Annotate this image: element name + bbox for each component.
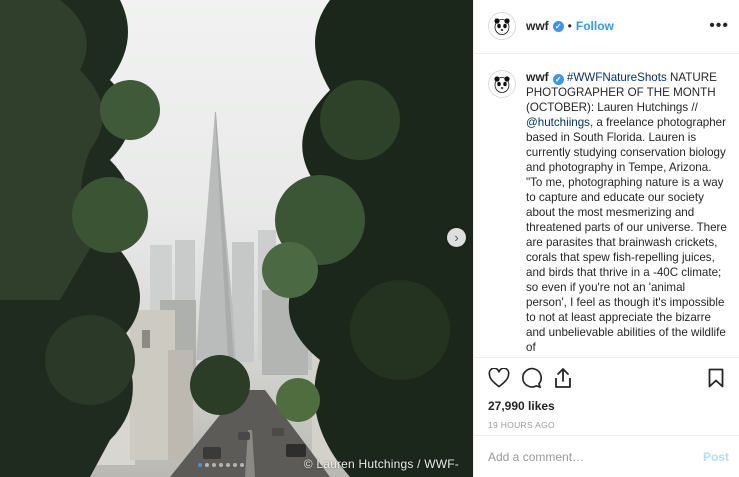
carousel-dot (233, 463, 237, 467)
carousel-dot (205, 463, 209, 467)
verified-badge-icon: ✓ (552, 73, 564, 85)
wwf-panda-logo-icon (494, 76, 510, 93)
share-button[interactable] (550, 365, 576, 391)
carousel-dot (226, 463, 230, 467)
share-icon (555, 367, 571, 388)
city-street-photo (0, 0, 473, 477)
post-timestamp[interactable]: 19 HOURS AGO (474, 415, 739, 435)
comment-button[interactable] (518, 365, 544, 391)
wwf-panda-logo-icon (494, 18, 510, 36)
carousel-dot (219, 463, 223, 467)
avatar[interactable] (488, 12, 516, 41)
verified-badge-icon: ✓ (552, 20, 564, 32)
separator-dot: • (567, 19, 572, 34)
photo-credit: © Lauren Hutchings / WWF- (303, 457, 459, 471)
chevron-right-icon: › (454, 230, 459, 245)
avatar[interactable] (488, 69, 516, 98)
heart-icon (488, 367, 510, 388)
carousel-indicator (198, 463, 244, 467)
carousel-dot (212, 463, 216, 467)
caption-text: wwf ✓ #WWFNatureShots NATURE PHOTOGRAPHER… (526, 70, 729, 358)
post-comment-button[interactable]: Post (703, 450, 729, 464)
carousel-dot (198, 463, 202, 467)
follow-button[interactable]: Follow (576, 19, 614, 33)
bookmark-icon (708, 368, 724, 388)
action-bar (474, 357, 739, 397)
post-header: wwf ✓ • Follow ••• (474, 0, 739, 54)
caption-hashtag[interactable]: #WWFNatureShots (567, 71, 667, 84)
comment-input[interactable] (488, 449, 703, 464)
comment-icon (522, 367, 542, 388)
post-photo[interactable]: › © Lauren Hutchings / WWF- (0, 0, 473, 477)
carousel-next-button[interactable]: › (447, 228, 466, 247)
caption-mention[interactable]: @hutchiings (526, 116, 590, 129)
carousel-dot (240, 463, 244, 467)
post-side-panel: wwf ✓ • Follow ••• wwf✓ #WWFNatureShots (473, 0, 739, 477)
likes-count[interactable]: 27,990 likes (474, 397, 739, 415)
caption-username[interactable]: wwf (526, 70, 549, 84)
account-username[interactable]: wwf (526, 19, 549, 33)
instagram-post: › © Lauren Hutchings / WWF- wwf ✓ • Foll… (0, 0, 739, 477)
caption-section: wwf ✓ #WWFNatureShots NATURE PHOTOGRAPHER… (474, 54, 739, 358)
more-options-icon[interactable]: ••• (709, 18, 729, 34)
caption-body-rest: , a freelance photographer based in Sout… (526, 115, 727, 354)
comment-form: Post (474, 435, 739, 477)
save-button[interactable] (703, 365, 729, 391)
like-button[interactable] (486, 365, 512, 391)
